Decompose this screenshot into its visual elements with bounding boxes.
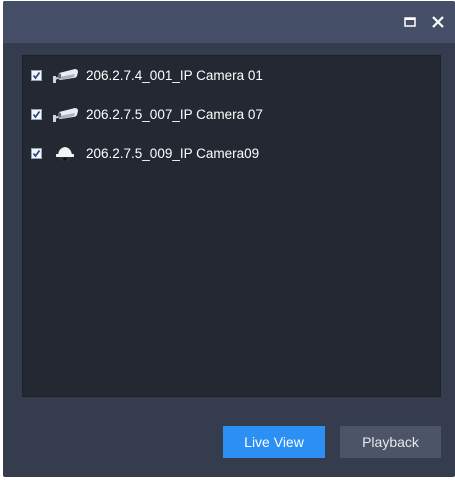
camera-label: 206.2.7.5_009_IP Camera09: [86, 146, 260, 161]
camera-select-dialog: 206.2.7.4_001_IP Camera 01 206.2.7.5_007…: [3, 1, 455, 477]
bullet-camera-icon: [53, 106, 79, 124]
playback-button[interactable]: Playback: [340, 426, 441, 458]
camera-checkbox[interactable]: [31, 148, 42, 159]
live-view-button[interactable]: Live View: [223, 426, 325, 458]
dome-camera-icon: [53, 145, 79, 163]
maximize-icon[interactable]: [401, 13, 419, 31]
camera-list: 206.2.7.4_001_IP Camera 01 206.2.7.5_007…: [22, 55, 441, 397]
camera-list-item[interactable]: 206.2.7.4_001_IP Camera 01: [23, 61, 440, 91]
camera-list-item[interactable]: 206.2.7.5_009_IP Camera09: [23, 139, 440, 169]
camera-label: 206.2.7.5_007_IP Camera 07: [86, 107, 263, 122]
camera-checkbox[interactable]: [31, 109, 42, 120]
title-bar: [3, 1, 455, 43]
camera-label: 206.2.7.4_001_IP Camera 01: [86, 68, 263, 83]
camera-checkbox[interactable]: [31, 70, 42, 81]
bullet-camera-icon: [53, 67, 79, 85]
camera-list-item[interactable]: 206.2.7.5_007_IP Camera 07: [23, 100, 440, 130]
close-icon[interactable]: [429, 13, 447, 31]
